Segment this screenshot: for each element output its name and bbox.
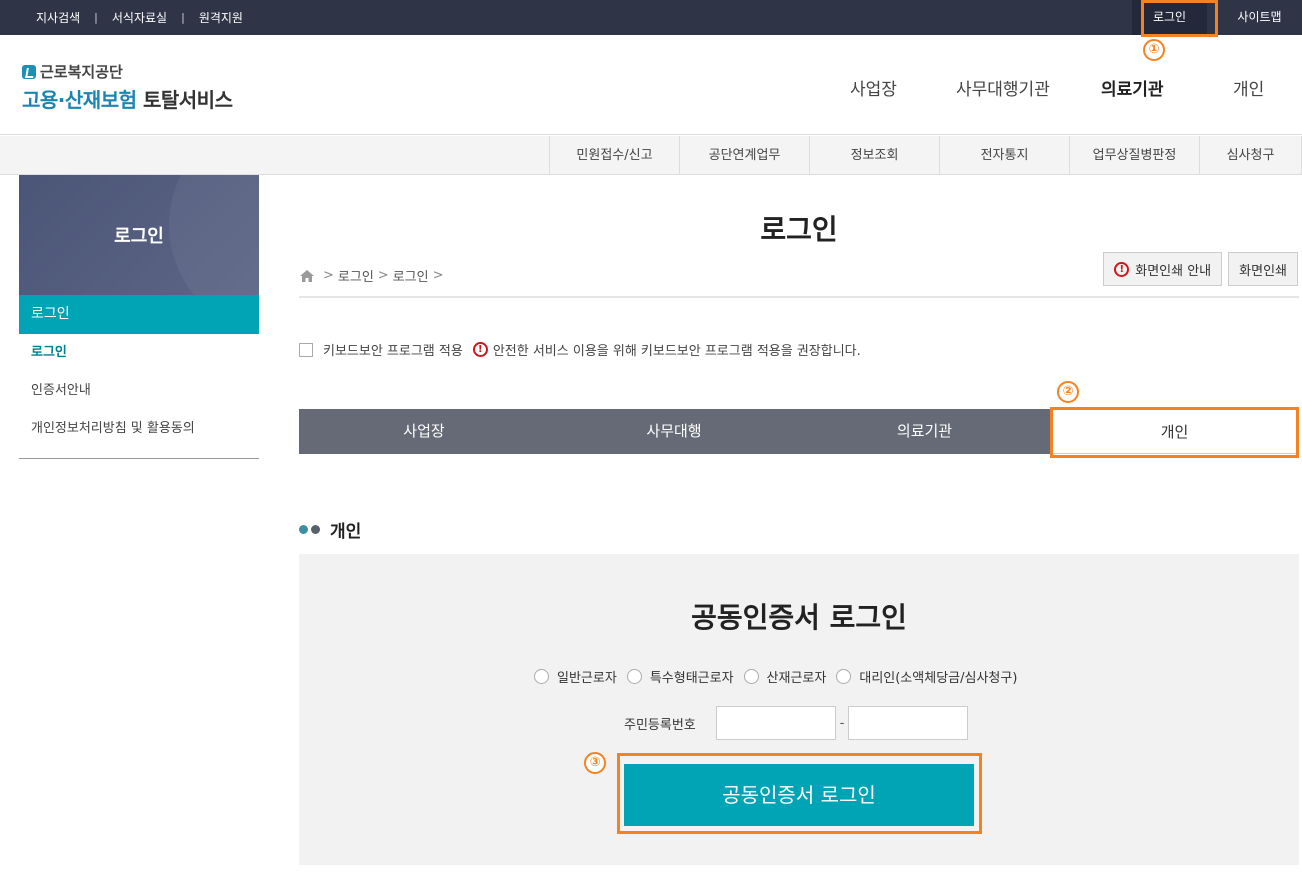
forms-library-link[interactable]: 서식자료실 (112, 9, 167, 26)
radio-circle[interactable] (534, 669, 549, 684)
bullet-icon (299, 525, 308, 534)
breadcrumb-item[interactable]: 로그인 (338, 266, 374, 285)
print-buttons: ! 화면인쇄 안내 화면인쇄 (1097, 252, 1298, 286)
alert-icon: ! (1114, 261, 1130, 277)
keyboard-security-checkbox[interactable] (299, 342, 313, 357)
page-title: 로그인 (760, 213, 838, 246)
panel-title: 공동인증서 로그인 (691, 601, 907, 634)
top-right-links: 로그인 사이트맵 (1132, 0, 1302, 35)
tab-workplace[interactable]: 사업장 (299, 409, 549, 454)
step-marker: ② (1057, 381, 1079, 403)
radio-circle[interactable] (626, 669, 642, 684)
home-icon[interactable] (299, 269, 315, 283)
site-logo[interactable]: 근로복지공단 고용·산재보험 토탈서비스 (22, 61, 233, 113)
gnb-medical[interactable]: 의료기관 (1101, 75, 1164, 100)
radio-general-worker[interactable]: 일반근로자 (534, 667, 617, 686)
service-name-rest: 토탈서비스 (142, 88, 233, 112)
breadcrumb: > 로그인 > 로그인 > (299, 266, 448, 285)
radio-label: 산재근로자 (766, 671, 827, 686)
subnav-item-disease[interactable]: 업무상질병판정 (1069, 136, 1199, 175)
print-guide-button[interactable]: ! 화면인쇄 안내 (1103, 252, 1223, 286)
subnav-item-info[interactable]: 정보조회 (809, 136, 939, 175)
gnb-workplace[interactable]: 사업장 (850, 75, 897, 100)
login-type-tabs: 사업장 사무대행 의료기관 개인 (299, 409, 1299, 454)
ssn-label: 주민등록번호 (624, 717, 696, 733)
keyboard-security-row: 키보드보안 프로그램 적용 ! 안전한 서비스 이용을 위해 키보드보안 프로그… (299, 340, 861, 359)
divider (299, 296, 1299, 298)
step-marker: ① (1143, 39, 1165, 61)
certificate-login-panel: 공동인증서 로그인 일반근로자 특수형태근로자 산재근로자 대리인(소액체당금/… (299, 554, 1299, 865)
separator: | (181, 11, 185, 24)
radio-label: 일반근로자 (557, 671, 617, 686)
top-utility-bar: 지사검색 | 서식자료실 | 원격지원 로그인 사이트맵 (0, 0, 1302, 35)
top-login-link[interactable]: 로그인 (1132, 0, 1207, 35)
bullet-icon (311, 525, 320, 534)
tab-agency[interactable]: 사무대행 (549, 409, 799, 454)
org-name: 근로복지공단 (22, 61, 232, 82)
tab-personal[interactable]: 개인 (1050, 409, 1299, 454)
service-name-accent: 고용·산재보험 (22, 88, 137, 112)
breadcrumb-arrow-icon: > (432, 268, 444, 283)
radio-circle[interactable] (836, 669, 852, 684)
sidebar-item-login[interactable]: 로그인 (19, 340, 259, 378)
ssn-back-input[interactable] (848, 706, 969, 740)
service-name: 고용·산재보험 토탈서비스 (22, 84, 233, 113)
separator: | (94, 11, 98, 24)
site-header: 근로복지공단 고용·산재보험 토탈서비스 사업장 사무대행기관 의료기관 개인 (0, 35, 1302, 135)
branch-search-link[interactable]: 지사검색 (36, 9, 80, 26)
ssn-dash: - (839, 715, 845, 731)
radio-agent[interactable]: 대리인(소액체당금/심사청구) (836, 667, 1017, 686)
gnb-agency[interactable]: 사무대행기관 (956, 75, 1050, 100)
org-label: 근로복지공단 (40, 63, 123, 81)
sidebar-item-privacy[interactable]: 개인정보처리방침 및 활용동의 (19, 416, 259, 454)
sidebar-banner-title: 로그인 (114, 226, 164, 247)
keyboard-security-notice: 안전한 서비스 이용을 위해 키보드보안 프로그램 적용을 권장합니다. (492, 344, 861, 359)
breadcrumb-arrow-icon: > (323, 268, 334, 283)
user-type-radio-group: 일반근로자 특수형태근로자 산재근로자 대리인(소액체당금/심사청구) (534, 667, 1027, 686)
left-sidebar: 로그인 로그인 로그인 인증서안내 개인정보처리방침 및 활용동의 (19, 175, 259, 459)
sidebar-current-menu[interactable]: 로그인 (19, 295, 259, 334)
ssn-row: 주민등록번호 - (624, 706, 969, 740)
sidebar-submenu: 로그인 인증서안내 개인정보처리방침 및 활용동의 (19, 334, 259, 459)
subnav-item-review[interactable]: 심사청구 (1199, 136, 1302, 175)
sidebar-banner: 로그인 (19, 175, 259, 295)
utility-links: 지사검색 | 서식자료실 | 원격지원 (36, 9, 243, 26)
gnb-personal[interactable]: 개인 (1233, 75, 1264, 100)
radio-label: 특수형태근로자 (649, 671, 734, 686)
sidebar-item-certificate[interactable]: 인증서안내 (19, 378, 259, 416)
radio-injured-worker[interactable]: 산재근로자 (743, 667, 827, 686)
tab-medical[interactable]: 의료기관 (799, 409, 1050, 454)
alert-icon: ! (472, 342, 488, 357)
keyboard-security-label: 키보드보안 프로그램 적용 (323, 344, 463, 359)
print-guide-label: 화면인쇄 안내 (1135, 263, 1212, 279)
certificate-login-button[interactable]: 공동인증서 로그인 (624, 764, 974, 826)
ssn-front-input[interactable] (715, 706, 836, 740)
sitemap-link[interactable]: 사이트맵 (1217, 0, 1302, 35)
breadcrumb-arrow-icon: > (377, 268, 389, 283)
radio-circle[interactable] (743, 669, 759, 684)
print-button[interactable]: 화면인쇄 (1228, 252, 1298, 286)
remote-support-link[interactable]: 원격지원 (199, 9, 243, 26)
step-marker: ③ (584, 752, 606, 774)
subnav-item-linked[interactable]: 공단연계업무 (679, 136, 809, 175)
section-title: 개인 (330, 522, 362, 542)
subnav-item-notice[interactable]: 전자통지 (939, 136, 1069, 175)
logo-icon (22, 64, 36, 79)
radio-special-worker[interactable]: 특수형태근로자 (626, 667, 734, 686)
breadcrumb-item[interactable]: 로그인 (393, 266, 429, 285)
subnav-item-civil[interactable]: 민원접수/신고 (549, 136, 679, 175)
sub-navigation: 민원접수/신고 공단연계업무 정보조회 전자통지 업무상질병판정 심사청구 (0, 136, 1302, 175)
radio-label: 대리인(소액체당금/심사청구) (859, 671, 1018, 686)
section-heading: 개인 (299, 517, 361, 542)
